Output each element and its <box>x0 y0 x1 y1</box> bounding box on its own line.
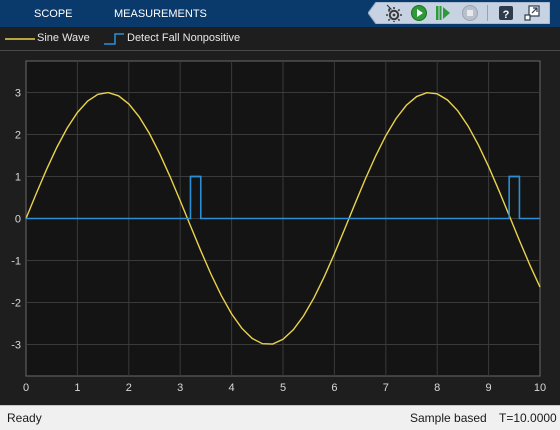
stop-icon <box>461 4 479 22</box>
x-tick-label: 1 <box>74 382 80 394</box>
tab-scope[interactable]: SCOPE <box>34 0 73 27</box>
status-bar: Ready Sample based T=10.0000 <box>0 405 560 430</box>
toolbar-separator <box>487 5 489 21</box>
toolstrip: SCOPE MEASUREMENTS <box>0 0 560 27</box>
undock-icon <box>523 4 541 22</box>
tab-measurements[interactable]: MEASUREMENTS <box>114 0 207 27</box>
scope-display: 0123456789103210-1-2-3 <box>0 51 560 405</box>
y-tick-label: -2 <box>11 298 21 310</box>
stop-button[interactable] <box>461 4 479 22</box>
gear-icon <box>384 4 402 22</box>
step-forward-button[interactable] <box>434 4 452 22</box>
legend-item-sine-wave[interactable]: Sine Wave <box>5 27 95 50</box>
y-tick-label: 3 <box>15 88 21 100</box>
y-tick-label: -3 <box>11 340 21 352</box>
legend-line-sine-wave <box>5 32 37 46</box>
sample-mode-text: Sample based <box>410 411 487 425</box>
x-tick-label: 9 <box>486 382 492 394</box>
play-icon <box>410 4 428 22</box>
legend-line-detect-fall-nonpositive <box>104 32 126 46</box>
legend: Sine Wave Detect Fall Nonpositive <box>0 27 560 51</box>
x-tick-label: 5 <box>280 382 286 394</box>
x-tick-label: 0 <box>23 382 29 394</box>
legend-label-sine-wave: Sine Wave <box>37 32 90 44</box>
y-tick-label: -1 <box>11 256 21 268</box>
legend-item-detect-fall-nonpositive[interactable]: Detect Fall Nonpositive <box>104 27 249 50</box>
y-tick-label: 1 <box>15 172 21 184</box>
help-icon: ? <box>497 4 515 22</box>
quick-access-toolbar: ? <box>368 2 550 24</box>
y-tick-label: 2 <box>15 130 21 142</box>
x-tick-label: 8 <box>434 382 440 394</box>
x-tick-label: 4 <box>229 382 235 394</box>
y-tick-label: 0 <box>15 214 21 226</box>
x-tick-label: 7 <box>383 382 389 394</box>
x-tick-label: 3 <box>177 382 183 394</box>
status-text: Ready <box>7 411 42 425</box>
run-button[interactable] <box>410 4 428 22</box>
help-button[interactable]: ? <box>497 4 515 22</box>
x-tick-label: 10 <box>534 382 546 394</box>
x-tick-label: 2 <box>126 382 132 394</box>
x-tick-label: 6 <box>331 382 337 394</box>
simulation-time-text: T=10.0000 <box>499 411 557 425</box>
step-forward-icon <box>434 4 452 22</box>
svg-text:?: ? <box>503 9 510 21</box>
legend-label-detect-fall-nonpositive: Detect Fall Nonpositive <box>127 32 240 44</box>
settings-button[interactable] <box>384 4 402 22</box>
undock-button[interactable] <box>523 4 541 22</box>
scope-plot[interactable]: 0123456789103210-1-2-3 <box>0 51 560 405</box>
